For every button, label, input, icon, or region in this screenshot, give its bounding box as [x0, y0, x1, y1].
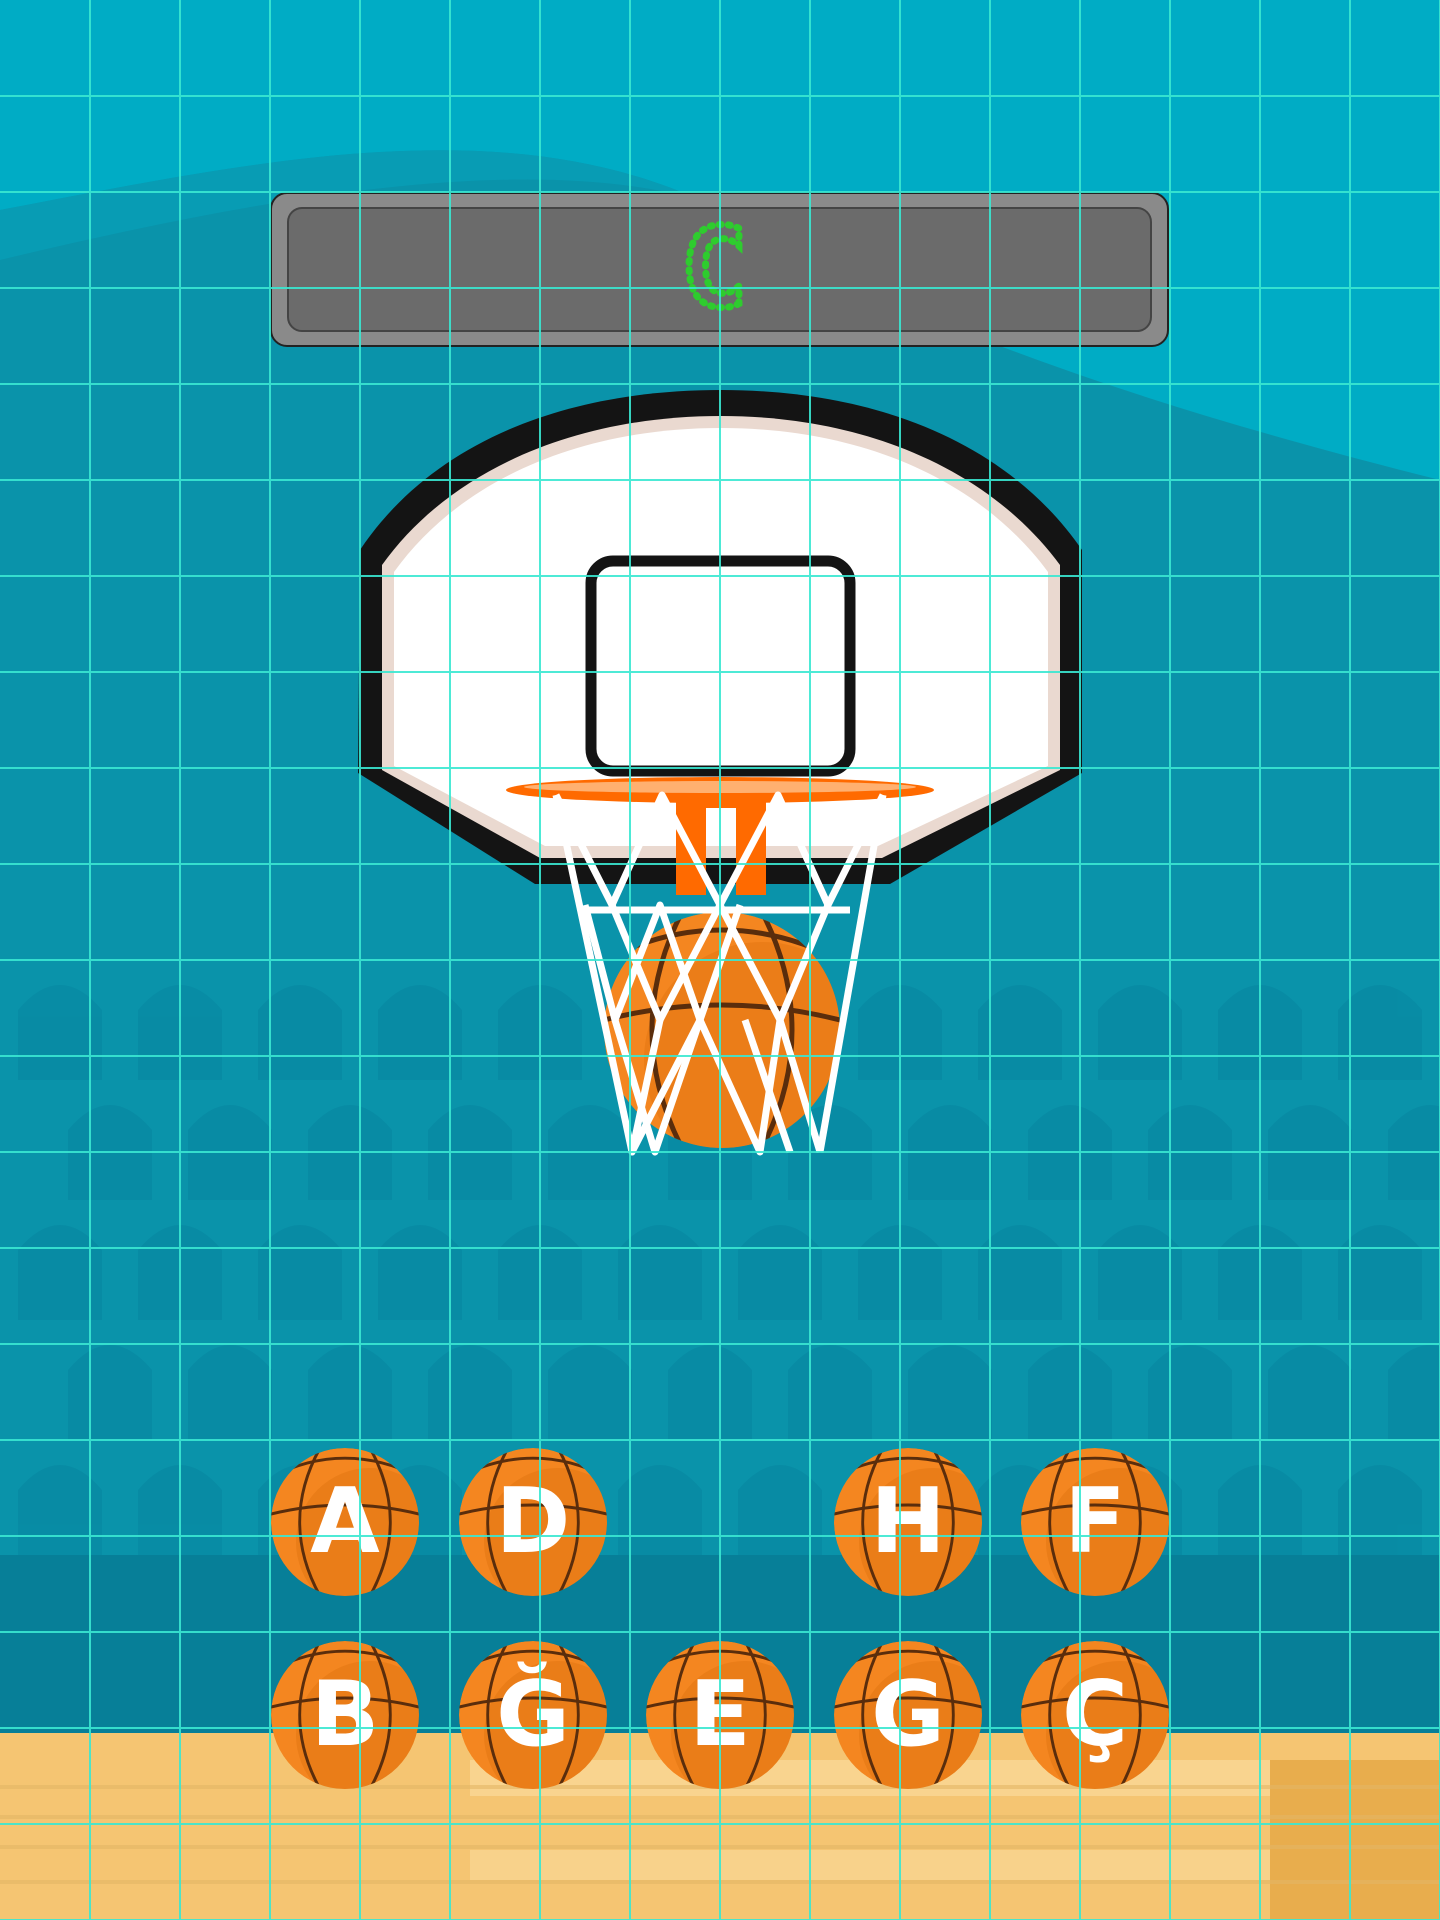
- ball-letter: Ğ: [496, 1660, 570, 1767]
- grid-overlay: [0, 0, 1440, 1920]
- game-scene: C A D H F B Ğ E G Ç: [0, 0, 1440, 1920]
- ball-letter: F: [1064, 1469, 1125, 1574]
- ball-letter: Ç: [1062, 1662, 1128, 1767]
- ball-letter: G: [871, 1662, 945, 1767]
- scoreboard-letter: C: [681, 204, 747, 332]
- ball-letter: B: [311, 1662, 380, 1767]
- ball-letter: H: [870, 1469, 945, 1574]
- ball-letter: D: [496, 1469, 571, 1574]
- game-stage: C A D H F B Ğ E G Ç: [0, 0, 1440, 1920]
- ball-letter: A: [310, 1469, 380, 1574]
